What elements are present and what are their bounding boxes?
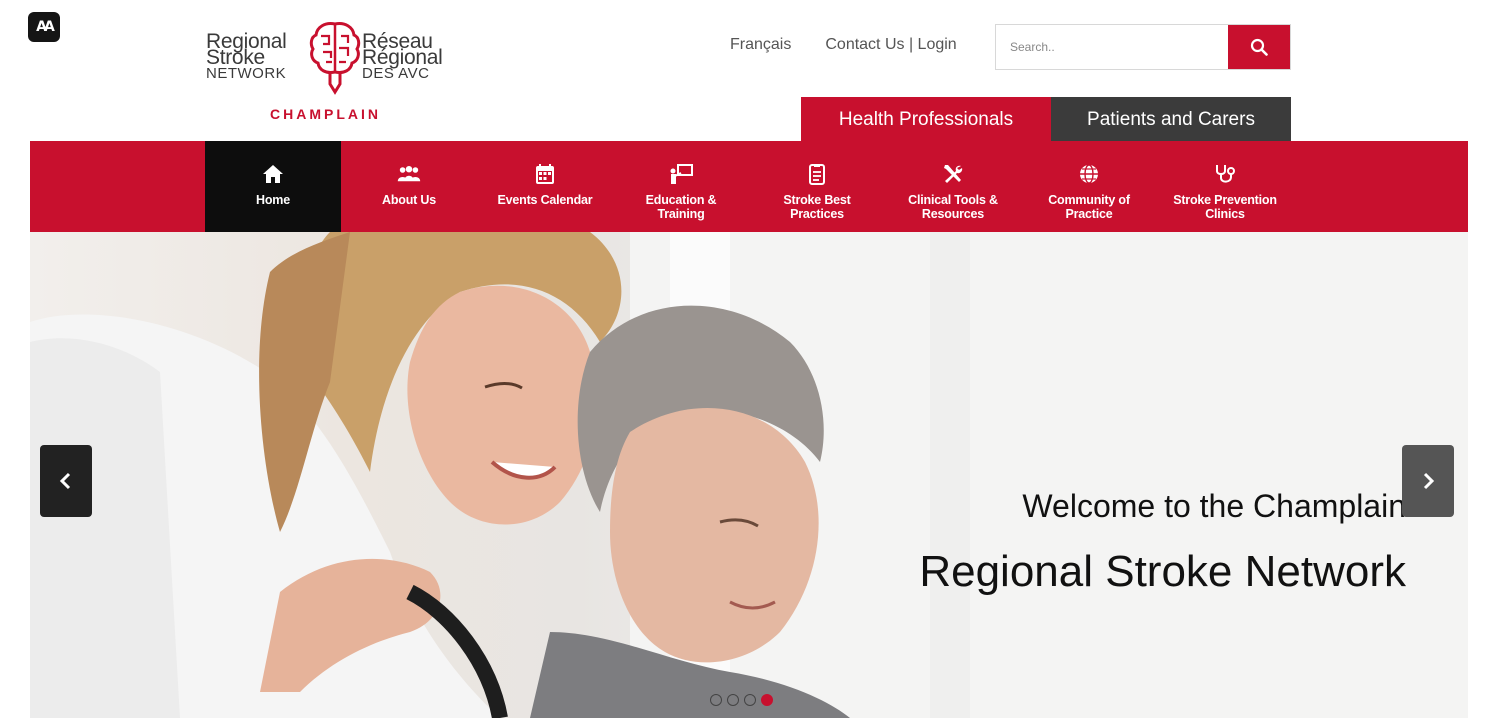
carousel-indicators — [710, 694, 773, 706]
nav-label: Stroke Prevention Clinics — [1173, 193, 1277, 221]
nav-item-events-calendar[interactable]: Events Calendar — [477, 141, 613, 232]
logo-text-network: NETWORK — [206, 65, 287, 82]
search-button[interactable] — [1228, 25, 1290, 69]
calendar-icon — [536, 164, 554, 184]
people-icon — [397, 166, 421, 182]
carousel-dot-2[interactable] — [727, 694, 739, 706]
chevron-right-icon — [1423, 472, 1435, 490]
carousel-dot-1[interactable] — [710, 694, 722, 706]
nav-label: Clinical Tools & Resources — [908, 193, 998, 221]
hero-heading: Welcome to the Champlain Regional Stroke… — [919, 488, 1406, 597]
nav-label: Home — [256, 193, 290, 207]
hero-line2: Regional Stroke Network — [919, 547, 1406, 596]
carousel-next-button[interactable] — [1402, 445, 1454, 517]
logo-subtitle: CHAMPLAIN — [270, 106, 381, 122]
logo[interactable]: Regional Stroke NETWORK Réseau Régional … — [206, 18, 466, 126]
hero-line1: Welcome to the Champlain — [1022, 488, 1406, 524]
presentation-icon — [670, 164, 693, 184]
stethoscope-icon — [1216, 165, 1235, 183]
tools-icon — [944, 165, 963, 183]
nav-item-about-us[interactable]: About Us — [341, 141, 477, 232]
home-icon — [263, 165, 283, 183]
nav-label: Education & Training — [645, 193, 717, 221]
nav-item-education-training[interactable]: Education & Training — [613, 141, 749, 232]
nav-item-stroke-prevention-clinics[interactable]: Stroke Prevention Clinics — [1157, 141, 1293, 232]
accessibility-toggle[interactable]: AA — [28, 12, 60, 42]
nav-item-home[interactable]: Home — [205, 141, 341, 232]
carousel-dot-4[interactable] — [761, 694, 773, 706]
logo-text-regional-fr: Régional — [362, 46, 443, 69]
tab-health-professionals[interactable]: Health Professionals — [801, 97, 1051, 142]
search-input[interactable] — [996, 25, 1228, 69]
chevron-left-icon — [59, 472, 71, 490]
nav-item-community-of-practice[interactable]: Community of Practice — [1021, 141, 1157, 232]
top-links: Français Contact Us | Login — [730, 36, 957, 54]
clipboard-icon — [809, 164, 825, 185]
hero-carousel: Welcome to the Champlain Regional Stroke… — [30, 232, 1468, 718]
nav-item-stroke-best-practices[interactable]: Stroke Best Practices — [749, 141, 885, 232]
audience-tabs: Health Professionals Patients and Carers — [801, 97, 1291, 142]
contact-login-link[interactable]: Contact Us | Login — [825, 36, 956, 54]
carousel-prev-button[interactable] — [40, 445, 92, 517]
nav-label: About Us — [382, 193, 436, 207]
nav-label: Community of Practice — [1048, 193, 1130, 221]
language-link[interactable]: Français — [730, 36, 791, 54]
brain-icon — [309, 22, 361, 95]
search-bar — [995, 24, 1291, 70]
nav-label: Events Calendar — [497, 193, 593, 207]
globe-icon — [1080, 164, 1098, 184]
hero-image — [30, 232, 1468, 718]
carousel-dot-3[interactable] — [744, 694, 756, 706]
nav-label: Stroke Best Practices — [783, 193, 851, 221]
tab-patients-and-carers[interactable]: Patients and Carers — [1051, 97, 1291, 142]
search-icon — [1250, 38, 1268, 56]
main-nav: Home About Us Events Calendar Education … — [30, 141, 1468, 232]
nav-item-clinical-tools[interactable]: Clinical Tools & Resources — [885, 141, 1021, 232]
